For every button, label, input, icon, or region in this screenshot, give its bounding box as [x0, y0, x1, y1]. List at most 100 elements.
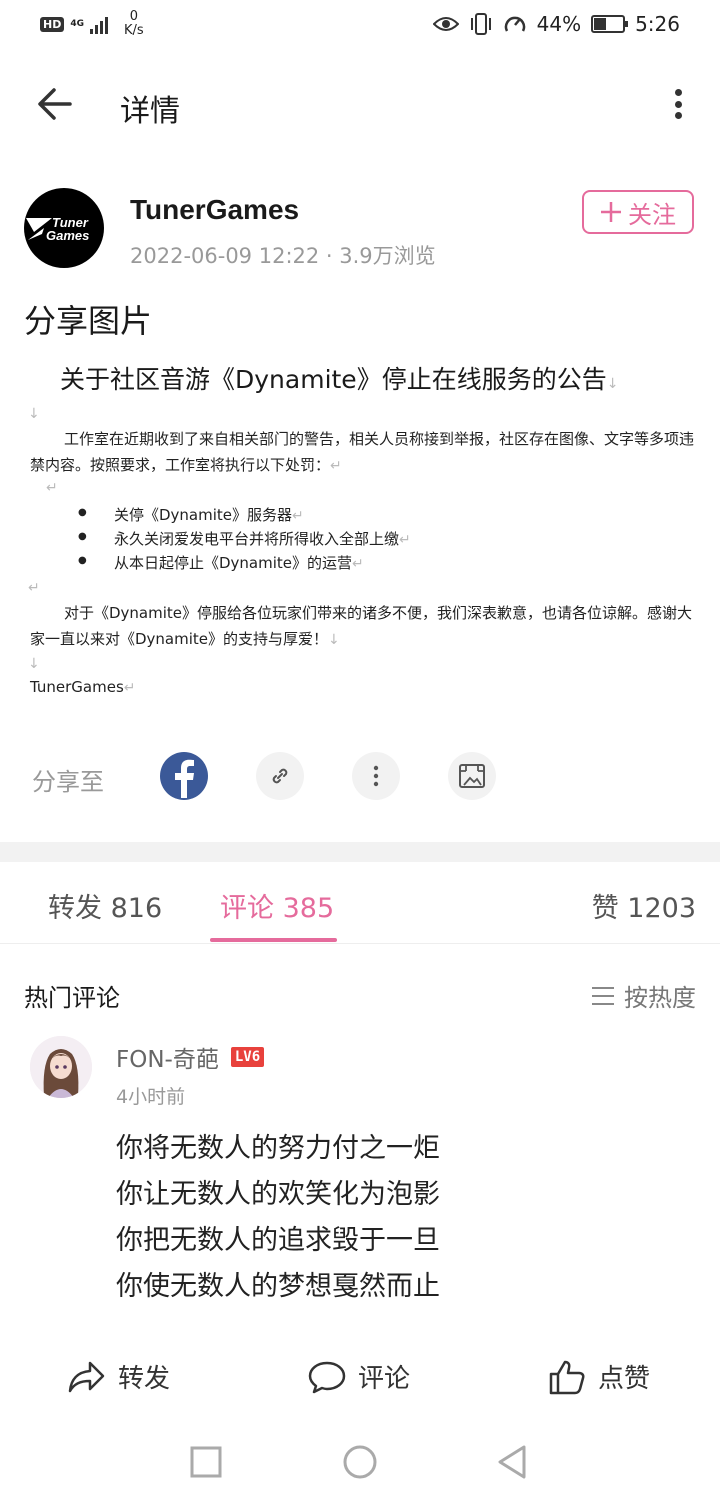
- battery-percent: 44%: [536, 12, 582, 36]
- comment-line: 你使无数人的梦想戛然而止: [116, 1271, 440, 1302]
- doc-bullet-text: 永久关闭爱发电平台并将所得收入全部上缴: [114, 530, 400, 548]
- signal-icon: [90, 14, 108, 34]
- comment-line: 你将无数人的努力付之一炬: [116, 1133, 440, 1164]
- system-nav-bar: [0, 1424, 720, 1496]
- tab-repost[interactable]: 转发 816: [48, 886, 162, 925]
- doc-paragraph-2-text: 对于《Dynamite》停服给各位玩家们带来的诸多不便，我们深表歉意，也请各位谅…: [30, 604, 693, 648]
- comment-button[interactable]: 评论: [308, 1358, 410, 1395]
- image-save-icon: [459, 764, 485, 788]
- commenter-info: FON-奇葩 LV6: [116, 1040, 265, 1074]
- square-icon: [190, 1446, 222, 1478]
- facebook-icon: [175, 759, 194, 798]
- menu-lines-icon: [592, 986, 614, 1005]
- post-meta: 2022-06-09 12:22 · 3.9万浏览: [130, 244, 436, 268]
- comment-item: FON-奇葩 LV6 4小时前 你将无数人的努力付之一炬 你让无数人的欢笑化为泡…: [24, 1036, 696, 1316]
- anime-girl-avatar-icon: [30, 1036, 92, 1098]
- speech-bubble-icon: [308, 1361, 346, 1393]
- save-image-button[interactable]: [448, 752, 496, 800]
- repost-button[interactable]: 转发: [68, 1358, 170, 1395]
- paragraph-mark-icon: ↓: [606, 376, 619, 392]
- recents-button[interactable]: [188, 1444, 224, 1480]
- post-image[interactable]: 关于社区音游《Dynamite》停止在线服务的公告↓ ↓ 工作室在近期收到了来自…: [28, 356, 700, 706]
- tab-comments[interactable]: 评论 385: [220, 886, 334, 925]
- more-dot-icon: [674, 112, 682, 119]
- status-left: HD 4G 0 K/s: [40, 10, 144, 38]
- arrow-left-icon: [38, 88, 72, 120]
- doc-bullet: 从本日起停止《Dynamite》的运营↵: [78, 552, 364, 573]
- doc-paragraph-1: 工作室在近期收到了来自相关部门的警告，相关人员称接到举报，社区存在图像、文字等多…: [30, 430, 695, 474]
- action-bar: 转发 评论 点赞: [0, 1350, 720, 1406]
- comment-body[interactable]: 你将无数人的努力付之一炬 你让无数人的欢笑化为泡影 你把无数人的追求毁于一旦 你…: [116, 1126, 440, 1310]
- commenter-name[interactable]: FON-奇葩: [116, 1040, 219, 1074]
- vertical-dots-icon: [373, 765, 379, 787]
- doc-heading: 关于社区音游《Dynamite》停止在线服务的公告↓: [60, 360, 618, 396]
- page-title: 详情: [120, 94, 180, 129]
- more-share-button[interactable]: [352, 752, 400, 800]
- network-speed-value: 0: [129, 9, 138, 24]
- logo-text-line2: Games: [46, 228, 89, 243]
- thumbs-up-icon: [549, 1360, 585, 1394]
- doc-bullet-text: 关停《Dynamite》服务器: [114, 506, 293, 524]
- network-speed-unit: K/s: [124, 23, 144, 38]
- sort-button[interactable]: 按热度: [592, 978, 696, 1013]
- home-button[interactable]: [342, 1444, 378, 1480]
- status-bar: HD 4G 0 K/s 44% 5:26: [0, 0, 720, 50]
- comment-line: 你把无数人的追求毁于一旦: [116, 1225, 440, 1256]
- paragraph-mark-icon: ↓: [28, 406, 40, 422]
- author-header: Tuner Games TunerGames 2022-06-09 12:22 …: [24, 188, 704, 270]
- doc-paragraph-2: 对于《Dynamite》停服给各位玩家们带来的诸多不便，我们深表歉意，也请各位谅…: [30, 604, 693, 648]
- commenter-avatar[interactable]: [30, 1036, 92, 1098]
- plus-icon: [601, 202, 621, 222]
- vibrate-icon: [470, 13, 491, 35]
- more-dot-icon: [674, 100, 682, 108]
- clock: 5:26: [635, 12, 680, 36]
- doc-signature-text: TunerGames: [30, 678, 124, 696]
- comment-label: 评论: [358, 1364, 411, 1394]
- circle-icon: [343, 1445, 377, 1479]
- paragraph-mark-icon: ↓: [28, 656, 40, 672]
- repost-label: 转发: [118, 1364, 171, 1394]
- tunergames-logo: Tuner Games: [26, 215, 89, 243]
- more-options-button[interactable]: [666, 86, 690, 122]
- doc-heading-text: 关于社区音游《Dynamite》停止在线服务的公告: [60, 365, 607, 394]
- hd-badge: HD: [40, 16, 65, 32]
- like-button[interactable]: 点赞: [548, 1358, 650, 1395]
- author-name[interactable]: TunerGames: [130, 194, 299, 226]
- comment-line: 你让无数人的欢笑化为泡影: [116, 1179, 440, 1210]
- doc-signature: TunerGames↵: [30, 678, 136, 696]
- follow-button[interactable]: 关注: [582, 190, 694, 234]
- link-icon: [272, 768, 288, 784]
- back-button[interactable]: [34, 84, 78, 124]
- share-row: 分享至: [32, 752, 692, 802]
- comment-time: 4小时前: [116, 1086, 186, 1108]
- doc-bullet-text: 从本日起停止《Dynamite》的运营: [114, 554, 353, 572]
- interaction-tabs: 转发 816 评论 385 赞 1203: [0, 862, 720, 944]
- eye-icon: [432, 17, 459, 31]
- triangle-back-icon: [498, 1445, 526, 1479]
- battery-icon: [591, 15, 629, 33]
- doc-bullet: 关停《Dynamite》服务器↵: [78, 504, 304, 525]
- post-title: 分享图片: [24, 302, 153, 340]
- share-label: 分享至: [32, 768, 104, 796]
- more-dot-icon: [674, 89, 682, 96]
- doc-paragraph-1-text: 工作室在近期收到了来自相关部门的警告，相关人员称接到举报，社区存在图像、文字等多…: [30, 430, 695, 474]
- battery-fill: [594, 18, 607, 30]
- network-type: 4G: [70, 18, 84, 29]
- hot-comments-header: 热门评论 按热度: [24, 978, 696, 1013]
- author-avatar[interactable]: Tuner Games: [24, 188, 104, 268]
- facebook-share-button[interactable]: [160, 752, 208, 800]
- status-right: 44% 5:26: [432, 12, 680, 36]
- copy-link-button[interactable]: [256, 752, 304, 800]
- active-tab-indicator: [210, 938, 337, 942]
- section-divider: [0, 842, 720, 862]
- paragraph-mark-icon: ↵: [28, 580, 40, 596]
- back-nav-button[interactable]: [494, 1444, 530, 1480]
- share-arrow-icon: [68, 1361, 105, 1392]
- tab-likes[interactable]: 赞 1203: [592, 886, 696, 925]
- sort-label: 按热度: [624, 984, 696, 1012]
- hot-comments-title: 热门评论: [24, 984, 120, 1012]
- like-label: 点赞: [598, 1364, 651, 1394]
- follow-label: 关注: [628, 200, 676, 229]
- paragraph-mark-icon: ↵: [46, 480, 58, 496]
- app-bar: 详情: [0, 72, 720, 136]
